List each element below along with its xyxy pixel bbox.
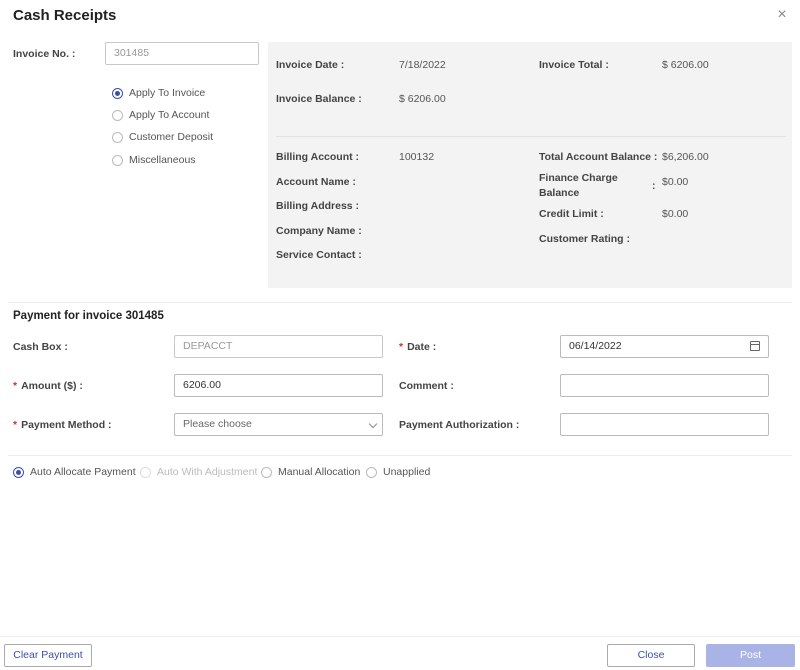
billing-account-label: Billing Account : (276, 151, 360, 163)
amount-label: * Amount ($) : (13, 380, 83, 392)
finance-charge-value: $0.00 (662, 176, 689, 188)
payment-method-label: * Payment Method : (13, 419, 112, 431)
calendar-icon[interactable] (750, 341, 760, 351)
cash-box-label: Cash Box : (13, 341, 68, 353)
company-name-label: Company Name : (276, 225, 362, 237)
invoice-balance-value: $ 6206.00 (399, 93, 446, 105)
clear-payment-button[interactable]: Clear Payment (4, 644, 92, 667)
required-mark: * (399, 341, 404, 353)
apply-to-account-radio[interactable]: Apply To Account (112, 109, 209, 121)
date-label-text: Date : (407, 341, 437, 353)
radio-selected-icon (13, 466, 24, 478)
date-value: 06/14/2022 (569, 340, 622, 352)
finance-charge-label-2: Balance (539, 187, 580, 199)
radio-icon (366, 466, 377, 478)
auto-with-adjustment-radio[interactable]: Auto With Adjustment (140, 466, 257, 478)
payment-authorization-label: Payment Authorization : (399, 419, 520, 431)
dialog-title: Cash Receipts (13, 7, 117, 24)
close-icon[interactable]: × (774, 6, 790, 24)
comment-label: Comment : (399, 380, 454, 392)
payment-authorization-input[interactable] (560, 413, 769, 436)
apply-to-invoice-radio[interactable]: Apply To Invoice (112, 87, 205, 99)
radio-icon (112, 154, 123, 166)
section-divider (8, 302, 792, 303)
cash-box-input[interactable]: DEPACCT (174, 335, 383, 358)
close-button[interactable]: Close (607, 644, 695, 667)
unapplied-radio[interactable]: Unapplied (366, 466, 430, 478)
radio-label: Auto Allocate Payment (30, 466, 136, 478)
panel-divider (276, 136, 786, 137)
customer-deposit-radio[interactable]: Customer Deposit (112, 131, 213, 143)
post-button[interactable]: Post (706, 644, 795, 667)
radio-label: Manual Allocation (278, 466, 361, 478)
payment-method-label-text: Payment Method : (21, 419, 112, 431)
total-account-balance-value: $6,206.00 (662, 151, 709, 163)
radio-label: Apply To Invoice (129, 87, 206, 99)
total-account-balance-label: Total Account Balance : (539, 151, 658, 163)
date-input[interactable]: 06/14/2022 (560, 335, 769, 358)
account-name-label: Account Name : (276, 176, 356, 188)
radio-label: Customer Deposit (129, 131, 214, 143)
radio-icon (112, 131, 123, 143)
radio-icon (112, 109, 123, 121)
footer-divider (0, 636, 800, 637)
amount-label-text: Amount ($) : (21, 380, 83, 392)
invoice-no-input[interactable]: 301485 (105, 42, 259, 65)
billing-account-value: 100132 (399, 151, 435, 163)
radio-selected-icon (112, 87, 123, 99)
chevron-down-icon (368, 419, 378, 429)
radio-label: Apply To Account (129, 109, 210, 121)
credit-limit-label: Credit Limit : (539, 208, 604, 220)
required-mark: * (13, 380, 18, 392)
invoice-total-label: Invoice Total : (539, 59, 609, 71)
amount-input[interactable]: 6206.00 (174, 374, 383, 397)
invoice-date-label: Invoice Date : (276, 59, 345, 71)
invoice-balance-label: Invoice Balance : (276, 93, 362, 105)
manual-allocation-radio[interactable]: Manual Allocation (261, 466, 360, 478)
section-divider (8, 455, 792, 456)
customer-rating-label: Customer Rating : (539, 233, 631, 245)
radio-icon (140, 466, 151, 478)
credit-limit-value: $0.00 (662, 208, 689, 220)
required-mark: * (13, 419, 18, 431)
comment-input[interactable] (560, 374, 769, 397)
radio-label: Auto With Adjustment (157, 466, 258, 478)
radio-label: Miscellaneous (129, 154, 196, 166)
radio-icon (261, 466, 272, 478)
invoice-total-value: $ 6206.00 (662, 59, 709, 71)
auto-allocate-radio[interactable]: Auto Allocate Payment (13, 466, 136, 478)
invoice-date-value: 7/18/2022 (399, 59, 446, 71)
payment-method-select[interactable]: Please choose (174, 413, 383, 436)
date-label: * Date : (399, 341, 436, 353)
miscellaneous-radio[interactable]: Miscellaneous (112, 154, 196, 166)
radio-label: Unapplied (383, 466, 431, 478)
invoice-no-label: Invoice No. : (13, 48, 76, 60)
service-contact-label: Service Contact : (276, 249, 362, 261)
finance-charge-label: Finance Charge (539, 172, 618, 184)
finance-charge-colon: : (652, 180, 656, 192)
billing-address-label: Billing Address : (276, 200, 360, 212)
payment-method-placeholder: Please choose (183, 418, 252, 430)
payment-section-title: Payment for invoice 301485 (13, 310, 164, 322)
